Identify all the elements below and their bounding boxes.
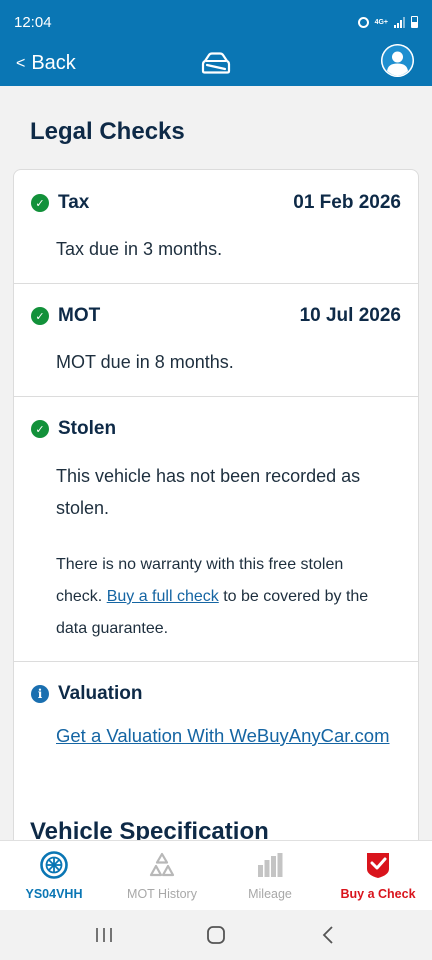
back-button[interactable]: < Back — [16, 52, 76, 75]
legal-checks-card: ✓ Tax 01 Feb 2026 Tax due in 3 months. ✓… — [13, 169, 419, 840]
mot-title: MOT — [58, 305, 101, 326]
network-type-label: 4G+ — [374, 18, 388, 26]
battery-icon — [411, 16, 418, 28]
nav-label-vehicle: YS04VHH — [25, 887, 83, 901]
mot-header: ✓ MOT — [31, 305, 100, 327]
back-chevron-icon: < — [16, 54, 26, 72]
check-circle-icon: ✓ — [31, 420, 49, 438]
status-time: 12:04 — [14, 13, 52, 31]
tax-detail: Tax due in 3 months. — [56, 239, 223, 259]
nav-label-mileage: Mileage — [248, 887, 292, 901]
tax-row: ✓ Tax 01 Feb 2026 Tax due in 3 months. — [14, 170, 418, 284]
valuation-header: i Valuation — [31, 683, 142, 705]
mot-history-icon — [147, 850, 177, 880]
app-header: < Back — [0, 44, 432, 86]
check-circle-icon: ✓ — [31, 194, 49, 212]
buy-full-check-link[interactable]: Buy a full check — [107, 588, 219, 605]
home-button[interactable] — [201, 920, 231, 950]
stolen-warranty-note: There is no warranty with this free stol… — [56, 549, 388, 645]
stolen-row: ✓ Stolen This vehicle has not been recor… — [14, 397, 418, 662]
nav-item-mot-history[interactable]: MOT History — [108, 841, 216, 910]
tax-header: ✓ Tax — [31, 192, 89, 214]
vehicle-specification-title: Vehicle Specification — [30, 818, 269, 840]
wheel-icon — [39, 850, 69, 880]
legal-checks-title: Legal Checks — [30, 118, 185, 145]
back-label: Back — [31, 52, 76, 74]
status-icons: 4G+ — [357, 16, 418, 28]
stolen-header: ✓ Stolen — [31, 418, 116, 440]
home-icon — [207, 926, 225, 944]
content-scroll-area[interactable]: Legal Checks ✓ Tax 01 Feb 2026 Tax due i… — [0, 86, 432, 840]
recent-apps-icon — [96, 928, 112, 942]
nav-item-vehicle[interactable]: YS04VHH — [0, 841, 108, 910]
status-bar: 12:04 4G+ — [0, 0, 432, 44]
user-icon — [381, 44, 414, 77]
stolen-title: Stolen — [58, 418, 117, 439]
valuation-title: Valuation — [58, 683, 143, 704]
info-circle-icon: i — [31, 685, 49, 703]
chevron-left-icon — [322, 926, 333, 944]
buy-check-icon — [363, 850, 393, 880]
car-logo-icon — [201, 52, 231, 74]
nav-label-mot-history: MOT History — [127, 887, 197, 901]
mot-date: 10 Jul 2026 — [299, 305, 401, 326]
alarm-icon — [357, 16, 369, 28]
check-circle-icon: ✓ — [31, 307, 49, 325]
recent-apps-button[interactable] — [89, 920, 119, 950]
mileage-icon — [255, 850, 285, 880]
nav-item-buy-check[interactable]: Buy a Check — [324, 841, 432, 910]
tax-date: 01 Feb 2026 — [293, 192, 401, 213]
valuation-row: i Valuation Get a Valuation With WeBuyAn… — [14, 662, 418, 768]
nav-label-buy-check: Buy a Check — [340, 887, 416, 901]
bottom-nav: YS04VHH MOT History Mileage Buy a Check — [0, 840, 432, 910]
account-avatar[interactable] — [381, 44, 414, 77]
nav-item-mileage[interactable]: Mileage — [216, 841, 324, 910]
mot-row: ✓ MOT 10 Jul 2026 MOT due in 8 months. — [14, 284, 418, 397]
system-back-button[interactable] — [313, 920, 343, 950]
system-nav-bar — [0, 910, 432, 960]
mot-detail: MOT due in 8 months. — [56, 352, 234, 372]
stolen-detail: This vehicle has not been recorded as st… — [56, 466, 361, 518]
tax-title: Tax — [58, 192, 90, 213]
valuation-link[interactable]: Get a Valuation With WeBuyAnyCar.com — [56, 725, 390, 747]
signal-icon — [394, 16, 405, 28]
